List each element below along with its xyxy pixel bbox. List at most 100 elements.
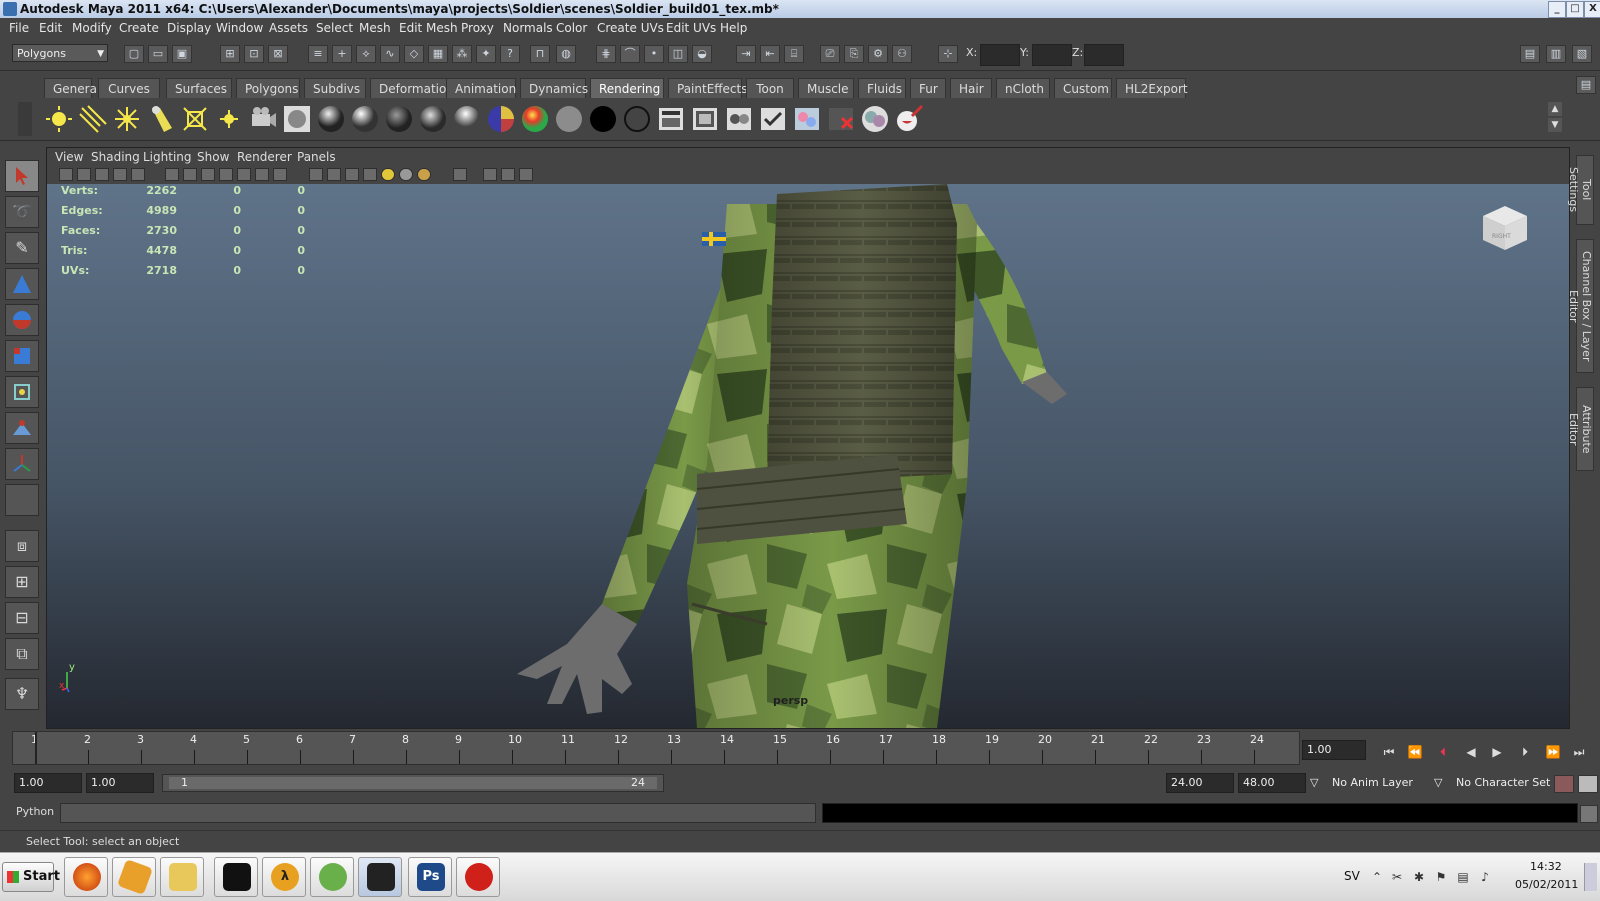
shading-map-icon[interactable] xyxy=(554,104,584,134)
highlight-selection-icon[interactable]: ◍ xyxy=(556,45,576,63)
output-ops-icon[interactable]: ⇤ xyxy=(760,45,780,63)
anim-layer-chevron-icon[interactable]: ▽ xyxy=(1310,773,1318,793)
play-backwards-icon[interactable]: ◀ xyxy=(1460,743,1482,761)
current-time-marker[interactable] xyxy=(35,732,37,764)
scale-tool-icon[interactable] xyxy=(5,340,39,372)
render-current-frame-icon[interactable]: ⎚ xyxy=(820,45,840,63)
outliner-persp-layout-icon[interactable]: ⊟ xyxy=(5,602,39,634)
new-scene-icon[interactable]: ▢ xyxy=(124,45,144,63)
snap-point-icon[interactable]: • xyxy=(644,45,664,63)
toggle-attribute-editor-icon[interactable]: ▤ xyxy=(1520,45,1540,63)
pick-joints-icon[interactable]: ⟡ xyxy=(356,45,376,63)
graph-editor-layout-icon[interactable]: ⧉ xyxy=(5,638,39,670)
area-light-icon[interactable] xyxy=(180,104,210,134)
point-light-icon[interactable] xyxy=(112,104,142,134)
taskbar-maya[interactable] xyxy=(358,857,402,897)
start-button[interactable]: Start xyxy=(2,862,60,892)
menu-display[interactable]: Display xyxy=(167,21,211,35)
go-to-start-icon[interactable]: ⏮ xyxy=(1378,743,1400,761)
input-ops-icon[interactable]: ⇥ xyxy=(736,45,756,63)
render-view-icon[interactable]: ⚇ xyxy=(892,45,912,63)
film-gate-icon[interactable] xyxy=(183,168,197,181)
taskbar-photoshop[interactable]: Ps xyxy=(408,857,452,897)
taskbar-steam[interactable] xyxy=(214,857,258,897)
phong-material-icon[interactable] xyxy=(418,104,448,134)
mental-ray-icon[interactable] xyxy=(860,104,890,134)
pick-curves-icon[interactable]: ∿ xyxy=(380,45,400,63)
pick-deformations-icon[interactable]: ▦ xyxy=(428,45,448,63)
panel-menu-view[interactable]: View xyxy=(55,150,83,164)
snap-grid-icon[interactable]: ⋕ xyxy=(596,45,616,63)
side-tab-attribute-editor[interactable]: Attribute Editor xyxy=(1567,387,1594,471)
maximize-button[interactable]: □ xyxy=(1566,1,1584,18)
tray-volume-icon[interactable]: ♪ xyxy=(1478,870,1492,884)
blinn-material-icon[interactable] xyxy=(350,104,380,134)
hud-toggle-icon[interactable] xyxy=(519,168,533,181)
panel-menu-shading[interactable]: Shading xyxy=(91,150,140,164)
xray-icon[interactable] xyxy=(483,168,497,181)
taskbar-firefox[interactable] xyxy=(64,857,108,897)
all-lights-icon[interactable] xyxy=(417,168,431,181)
gate-mask-icon[interactable] xyxy=(219,168,233,181)
two-d-pan-zoom-icon[interactable] xyxy=(131,168,145,181)
view-cube[interactable]: RIGHT xyxy=(1479,202,1531,254)
menu-help[interactable]: Help xyxy=(720,21,747,35)
spot-light-icon[interactable] xyxy=(146,104,176,134)
construction-history-icon[interactable]: ⌸ xyxy=(784,45,804,63)
wireframe-icon[interactable] xyxy=(309,168,323,181)
x-field[interactable] xyxy=(980,44,1020,66)
z-field[interactable] xyxy=(1084,44,1124,66)
playback-end-field[interactable]: 24.00 xyxy=(1166,773,1234,793)
toggle-channel-box-icon[interactable]: ▧ xyxy=(1572,45,1592,63)
surface-shader-icon[interactable] xyxy=(588,104,618,134)
wireframe-on-shaded-icon[interactable] xyxy=(345,168,359,181)
command-language-label[interactable]: Python xyxy=(16,805,54,818)
quick-layout-icon[interactable]: ♆ xyxy=(5,678,39,710)
step-back-frame-icon[interactable]: ⏪ xyxy=(1404,743,1426,761)
hypershade-icon[interactable] xyxy=(282,104,312,134)
shelf-tab-polygons[interactable]: Polygons xyxy=(236,78,300,98)
menu-set-dropdown[interactable]: Polygons ▼ xyxy=(12,44,108,62)
select-component-icon[interactable]: ⊠ xyxy=(268,45,288,63)
panel-menu-renderer[interactable]: Renderer xyxy=(237,150,292,164)
lock-selection-icon[interactable]: ⊓ xyxy=(530,45,550,63)
shelf-tab-fur[interactable]: Fur xyxy=(910,78,946,98)
paint-tool-icon[interactable] xyxy=(894,104,924,134)
menu-color[interactable]: Color xyxy=(556,21,587,35)
last-tool-icon[interactable] xyxy=(5,484,39,516)
camera-attributes-icon[interactable] xyxy=(77,168,91,181)
side-tab-tool-settings[interactable]: Tool Settings xyxy=(1567,155,1594,225)
shelf-tab-hl2export[interactable]: HL2Export xyxy=(1116,78,1188,98)
batch-render-icon[interactable] xyxy=(826,104,856,134)
panel-menu-panels[interactable]: Panels xyxy=(297,150,336,164)
step-forward-key-icon[interactable]: ⏵ xyxy=(1514,743,1536,761)
anisotropic-material-icon[interactable] xyxy=(316,104,346,134)
tray-network-tool-icon[interactable]: ✂ xyxy=(1390,870,1404,884)
filter-icon[interactable]: ≡ xyxy=(308,45,328,63)
auto-key-icon[interactable] xyxy=(1554,775,1574,793)
shelf-tab-animation[interactable]: Animation xyxy=(446,78,516,98)
menu-normals[interactable]: Normals xyxy=(503,21,553,35)
shelf-tab-hair[interactable]: Hair xyxy=(950,78,992,98)
shelf-tab-general[interactable]: General xyxy=(44,78,100,98)
tray-expand-icon[interactable]: ⌃ xyxy=(1370,870,1384,884)
taskbar-splash-app[interactable] xyxy=(456,857,500,897)
select-hierarchy-icon[interactable]: ⊞ xyxy=(220,45,240,63)
render-frame-icon[interactable] xyxy=(690,104,720,134)
hypershade-window-icon[interactable] xyxy=(792,104,822,134)
command-input[interactable] xyxy=(60,803,816,823)
taskbar-tool[interactable] xyxy=(112,857,156,897)
y-field[interactable] xyxy=(1032,44,1072,66)
resolution-gate-icon[interactable] xyxy=(201,168,215,181)
image-plane-icon[interactable] xyxy=(113,168,127,181)
rotate-tool-icon[interactable] xyxy=(5,304,39,336)
tray-clock-date[interactable]: 05/02/2011 xyxy=(1515,878,1578,891)
3d-scene[interactable]: Verts: 2262 0 0 Edges: 4989 0 0 Faces: 2… xyxy=(47,184,1569,728)
menu-assets[interactable]: Assets xyxy=(269,21,308,35)
script-editor-icon[interactable] xyxy=(1580,805,1598,823)
animation-preferences-icon[interactable] xyxy=(1578,775,1598,793)
pick-rendering-icon[interactable]: ✦ xyxy=(476,45,496,63)
menu-file[interactable]: File xyxy=(9,21,29,35)
transform-mode-icon[interactable]: ⊹ xyxy=(938,45,958,63)
toggle-tool-settings-icon[interactable]: ▥ xyxy=(1546,45,1566,63)
